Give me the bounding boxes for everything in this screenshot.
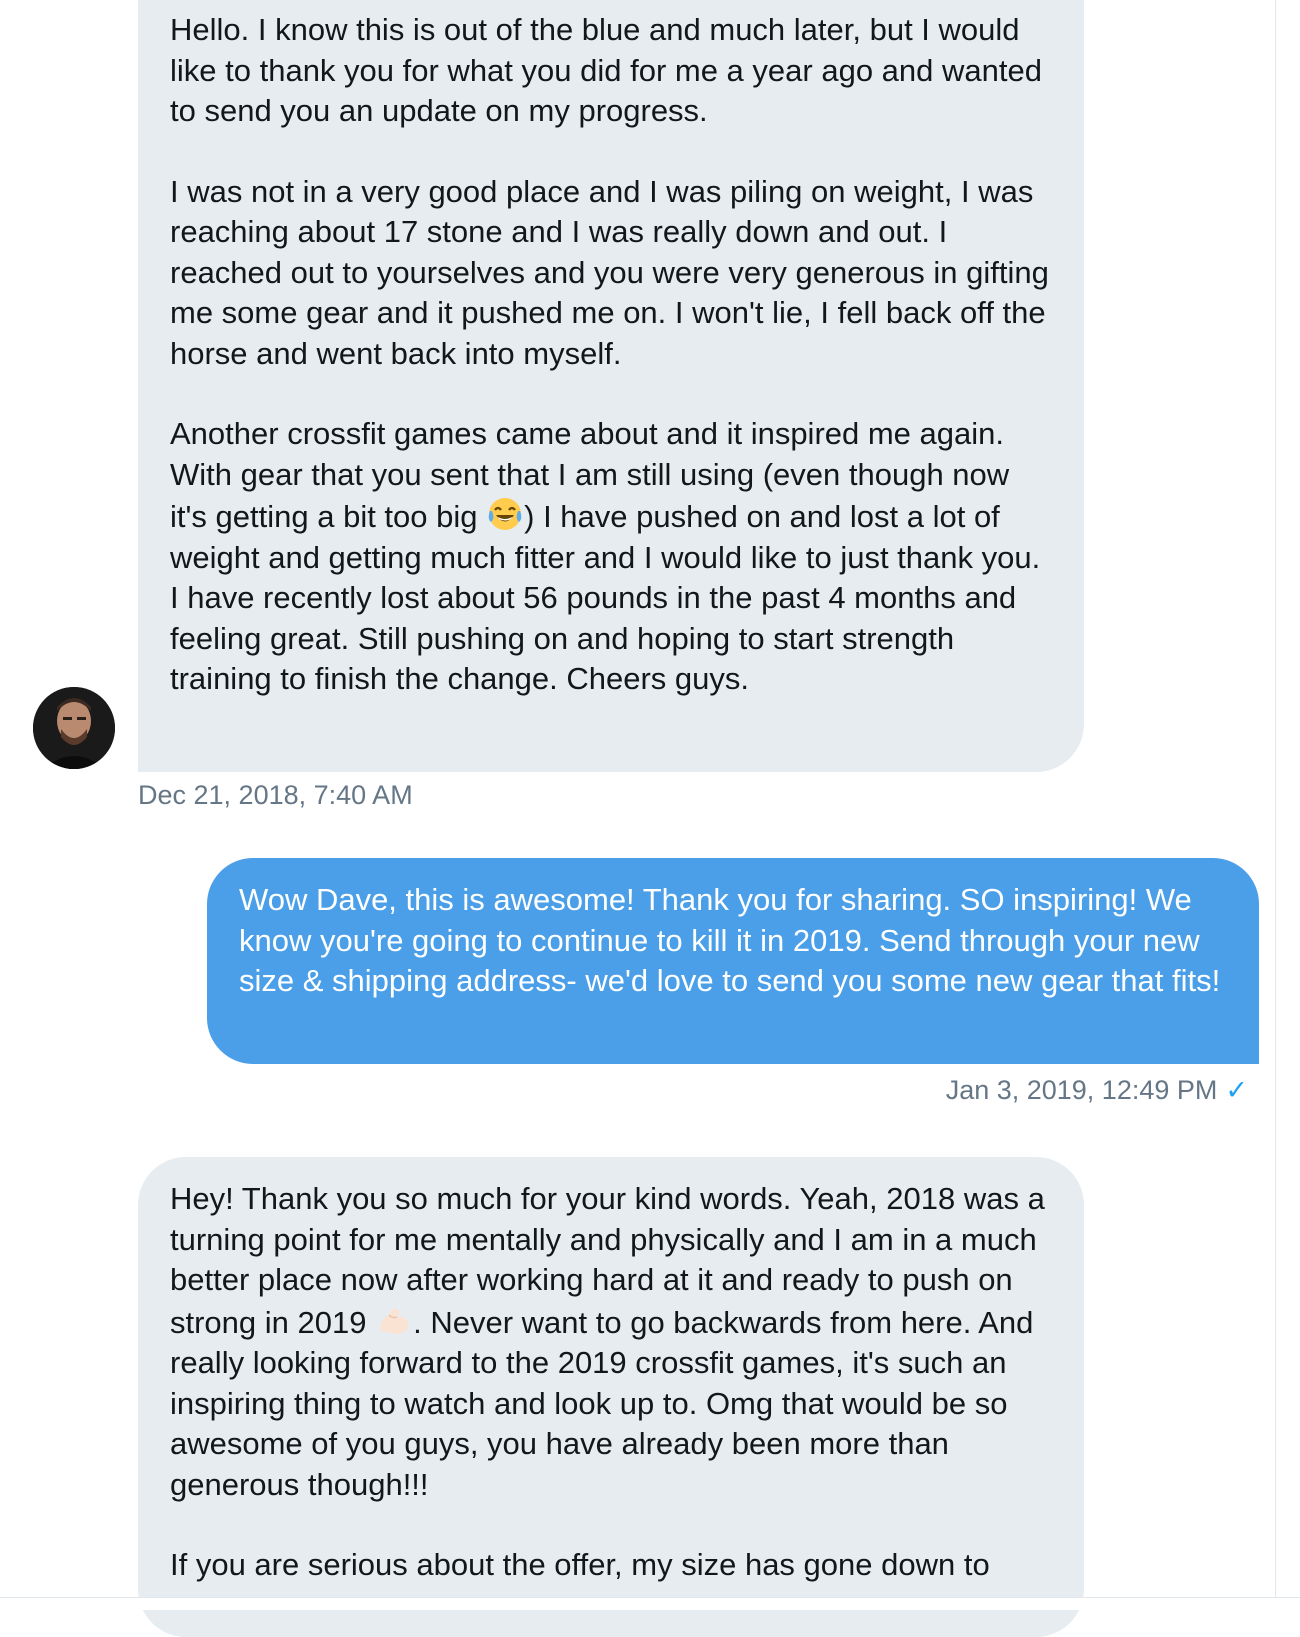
flexed-biceps-emoji-icon bbox=[380, 1308, 409, 1334]
sender-avatar[interactable] bbox=[33, 687, 115, 769]
message-text: Wow Dave, this is awesome! Thank you for… bbox=[239, 882, 1221, 998]
message-paragraph: Another crossfit games came about and it… bbox=[170, 416, 1049, 696]
scroll-edge bbox=[0, 1597, 1300, 1610]
sent-message[interactable]: Wow Dave, this is awesome! Thank you for… bbox=[207, 858, 1259, 1064]
tears-of-joy-emoji-icon bbox=[488, 498, 522, 530]
read-check-icon: ✓ bbox=[1225, 1075, 1248, 1105]
received-message-2[interactable]: Hey! Thank you so much for your kind wor… bbox=[138, 1157, 1084, 1637]
message-timestamp: Jan 3, 2019, 12:49 PM bbox=[945, 1075, 1218, 1105]
avatar-photo bbox=[33, 687, 115, 769]
message-paragraph: Hey! Thank you so much for your kind wor… bbox=[170, 1181, 1054, 1502]
message-timestamp: Dec 21, 2018, 7:40 AM bbox=[138, 780, 413, 810]
sent-message-meta: Jan 3, 2019, 12:49 PM ✓ bbox=[946, 1074, 1248, 1106]
message-paragraph: I was not in a very good place and I was… bbox=[170, 173, 1058, 371]
message-paragraph: If you are serious about the offer, my s… bbox=[170, 1547, 990, 1582]
received-message-1[interactable]: Hello. I know this is out of the blue an… bbox=[138, 0, 1084, 772]
message-paragraph: Hello. I know this is out of the blue an… bbox=[170, 12, 1051, 128]
panel-right-border bbox=[1275, 0, 1276, 1610]
